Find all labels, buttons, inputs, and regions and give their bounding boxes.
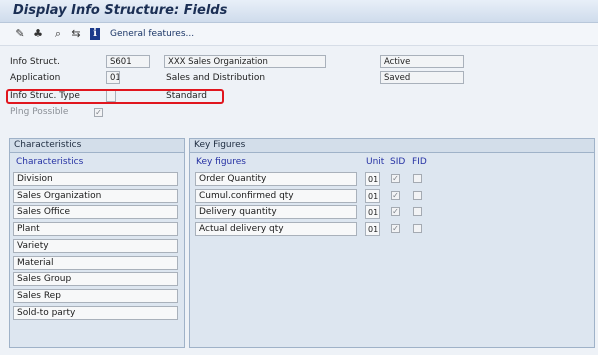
key-figures-panel-title: Key Figures	[190, 139, 594, 153]
title-bar: Display Info Structure: Fields	[0, 0, 598, 23]
fid-checkbox[interactable]	[413, 190, 422, 200]
general-features-button[interactable]: General features...	[110, 29, 194, 39]
sid-checkbox[interactable]: ✓	[391, 174, 400, 183]
toolbar: ✎ ♣ ⌕ ⇆ i General features...	[0, 23, 598, 46]
characteristics-panel: Characteristics Characteristics Division…	[9, 138, 185, 348]
status-saved: Saved	[380, 71, 464, 84]
key-figure-unit[interactable]: 01	[365, 205, 380, 220]
key-figure-row[interactable]: Actual delivery qty	[195, 222, 357, 237]
fid-checkbox[interactable]	[413, 207, 422, 217]
key-figure-unit[interactable]: 01	[365, 172, 380, 186]
characteristic-row[interactable]: Sold-to party	[13, 305, 178, 320]
info-struct-description: XXX Sales Organization	[164, 55, 326, 68]
fid-checkbox[interactable]	[413, 174, 422, 183]
status-active: Active	[380, 55, 464, 68]
key-figures-panel: Key Figures Key figures Unit SID FID Ord…	[189, 138, 595, 348]
find-icon[interactable]: ⌕	[52, 27, 64, 40]
characteristic-row[interactable]: Variety	[13, 238, 178, 253]
characteristic-row[interactable]: Sales Office	[13, 205, 178, 220]
pencil-icon[interactable]: ✎	[14, 27, 26, 40]
characteristics-panel-title: Characteristics	[10, 139, 184, 153]
characteristic-row[interactable]: Division	[13, 172, 178, 186]
key-figure-unit[interactable]: 01	[365, 222, 380, 237]
planning-possible-label: Plng Possible	[10, 107, 69, 117]
planning-possible-checkbox: ✓	[94, 108, 103, 117]
characteristic-row[interactable]: Plant	[13, 222, 178, 237]
key-figure-row[interactable]: Cumul.confirmed qty	[195, 188, 357, 203]
page-title: Display Info Structure: Fields	[13, 3, 228, 18]
application-field[interactable]: 01	[106, 71, 120, 84]
sid-checkbox[interactable]: ✓	[391, 224, 400, 234]
key-figure-row[interactable]: Delivery quantity	[195, 205, 357, 220]
fid-checkbox[interactable]	[413, 224, 422, 234]
swap-icon[interactable]: ⇆	[70, 27, 82, 40]
key-figure-row[interactable]: Order Quantity	[195, 172, 357, 186]
highlight-box	[6, 89, 224, 104]
info-struct-label: Info Struct.	[10, 57, 60, 67]
characteristic-row[interactable]: Sales Organization	[13, 188, 178, 203]
characteristic-row[interactable]: Sales Group	[13, 272, 178, 287]
info-icon[interactable]: i	[90, 28, 100, 40]
key-figures-column-header: Key figures	[196, 157, 246, 167]
characteristic-row[interactable]: Sales Rep	[13, 288, 178, 303]
hierarchy-icon[interactable]: ♣	[32, 27, 44, 40]
sid-checkbox[interactable]: ✓	[391, 190, 400, 200]
characteristics-column-header: Characteristics	[16, 157, 84, 167]
application-label: Application	[10, 73, 61, 83]
sid-checkbox[interactable]: ✓	[391, 207, 400, 217]
application-description: Sales and Distribution	[166, 73, 266, 83]
characteristic-row[interactable]: Material	[13, 255, 178, 270]
sid-column-header: SID	[390, 157, 406, 167]
fid-column-header: FID	[412, 157, 427, 167]
unit-column-header: Unit	[366, 157, 385, 167]
key-figure-unit[interactable]: 01	[365, 188, 380, 203]
info-struct-field[interactable]: S601	[106, 55, 150, 68]
